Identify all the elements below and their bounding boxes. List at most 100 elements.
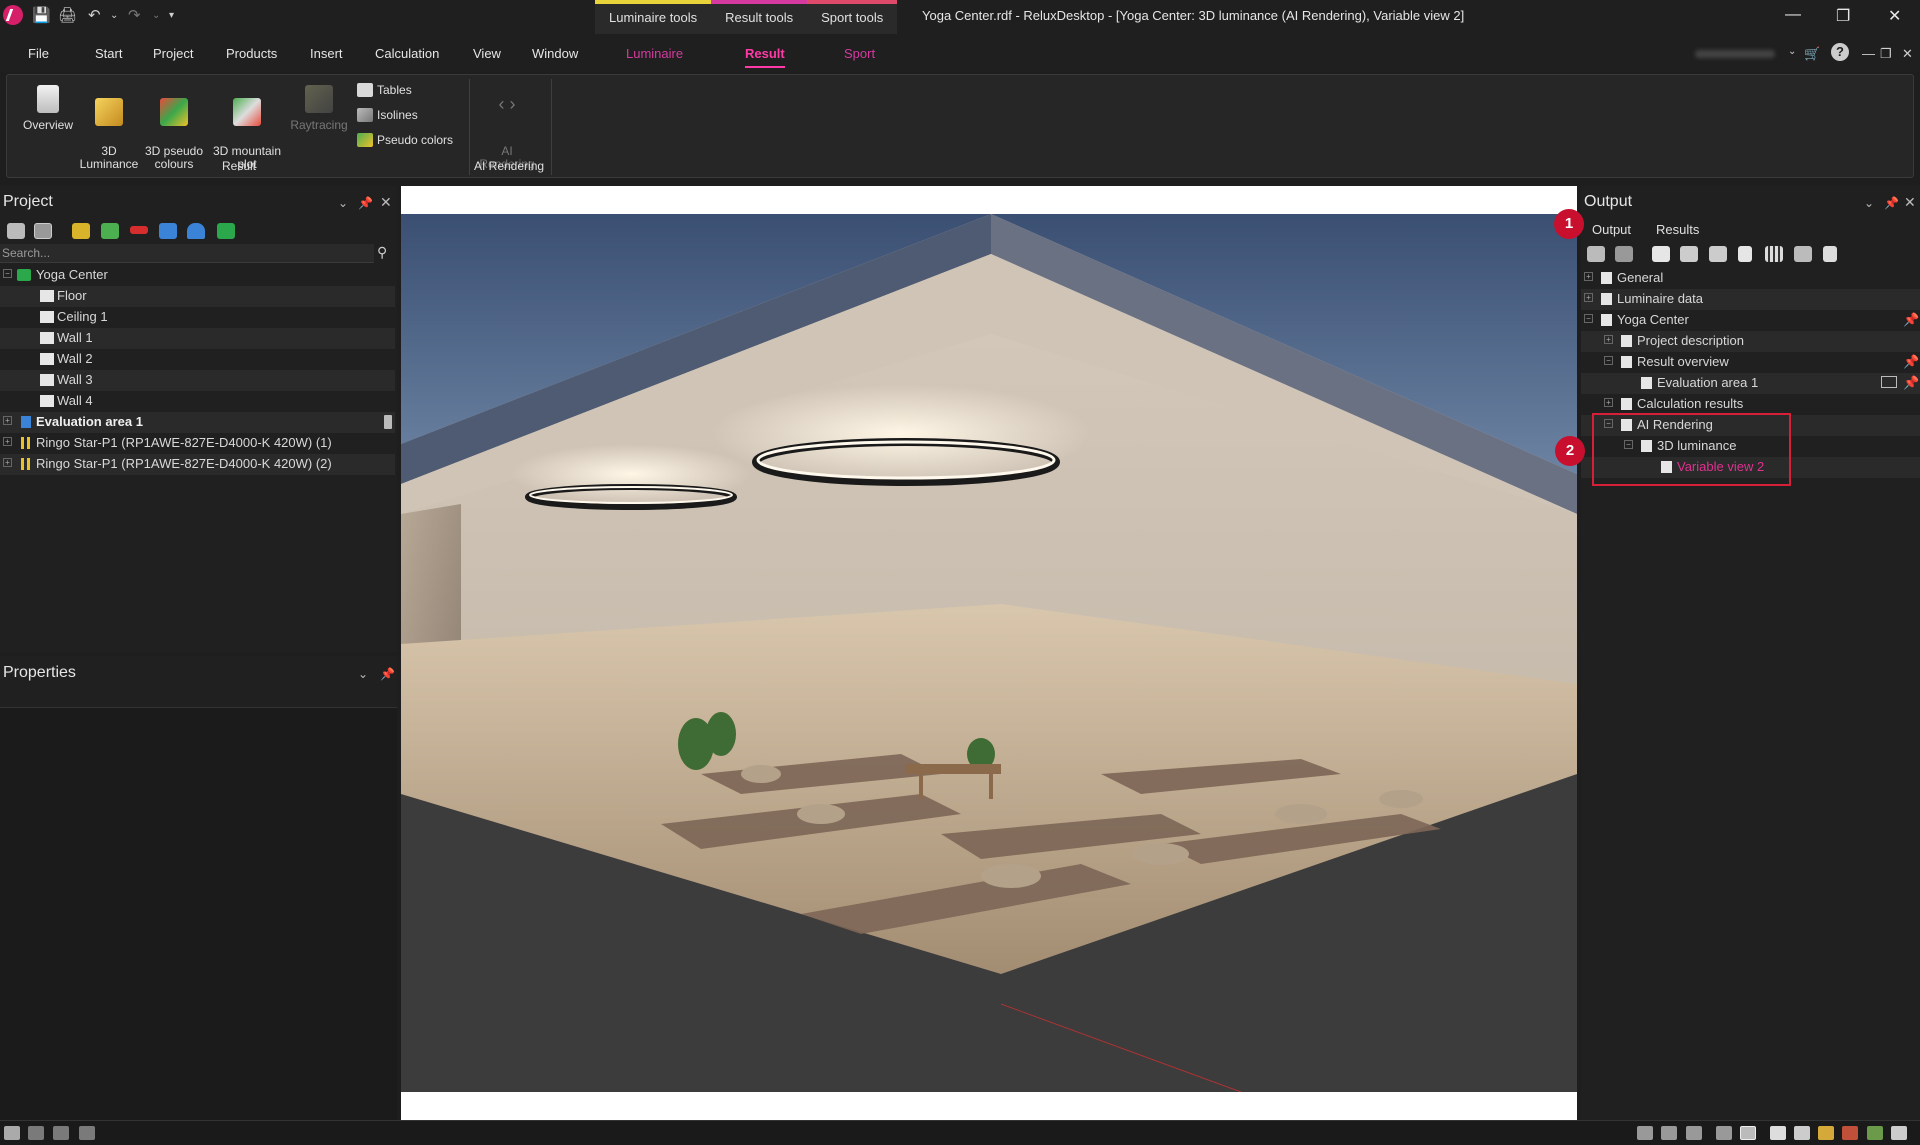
expand-icon[interactable]: + bbox=[1604, 398, 1613, 407]
raytracing-button[interactable]: Raytracing bbox=[287, 85, 351, 132]
print-icon[interactable]: 🖨 bbox=[58, 6, 77, 24]
floor-plan-icon[interactable] bbox=[1652, 246, 1670, 262]
object-icon[interactable] bbox=[159, 223, 177, 239]
layers-alt-icon[interactable] bbox=[1615, 246, 1633, 262]
project-search-input[interactable]: Search... bbox=[0, 244, 374, 263]
pin-icon[interactable]: 📌 bbox=[1903, 375, 1919, 391]
redo-icon[interactable]: ↷ bbox=[128, 6, 141, 24]
cart-icon[interactable]: 🛒 bbox=[1804, 46, 1820, 62]
panel-menu-chevron-icon[interactable]: ⌄ bbox=[338, 196, 348, 210]
floor-plan-icon[interactable] bbox=[1770, 1126, 1786, 1140]
restore-icon[interactable]: ❐ bbox=[1836, 6, 1850, 26]
ai-rendering-viewport[interactable] bbox=[401, 186, 1577, 1120]
search-icon[interactable]: ⚲ bbox=[377, 244, 387, 261]
menu-project[interactable]: Project bbox=[153, 46, 193, 61]
collapse-icon[interactable]: − bbox=[1604, 356, 1613, 365]
mountain-plot-icon[interactable] bbox=[1867, 1126, 1883, 1140]
mdi-minimize-icon[interactable]: — bbox=[1862, 46, 1875, 61]
collapse-icon[interactable]: − bbox=[1584, 314, 1593, 323]
3d-view-icon[interactable] bbox=[1794, 1126, 1810, 1140]
panel-menu-chevron-icon[interactable]: ⌄ bbox=[358, 667, 368, 681]
layers-alt-icon[interactable] bbox=[34, 223, 52, 239]
status-a-icon[interactable] bbox=[4, 1126, 20, 1140]
lock-icon[interactable] bbox=[384, 415, 392, 429]
tree-item-floor[interactable]: Floor bbox=[0, 286, 395, 307]
zoom-out-icon[interactable] bbox=[1661, 1126, 1677, 1140]
tree-item-luminaire-2[interactable]: + Ringo Star-P1 (RP1AWE-827E-D4000-K 420… bbox=[0, 454, 395, 475]
account-dropdown-icon[interactable]: ⌄ bbox=[1788, 46, 1796, 57]
mdi-close-icon[interactable]: ✕ bbox=[1902, 46, 1913, 62]
output-tree-general[interactable]: + General bbox=[1581, 268, 1920, 289]
expand-icon[interactable]: + bbox=[3, 437, 12, 446]
tree-item-yoga-center[interactable]: − Yoga Center bbox=[0, 265, 395, 286]
mdi-restore-icon[interactable]: ❐ bbox=[1880, 46, 1892, 62]
rendered-scene-image[interactable] bbox=[401, 214, 1577, 1092]
output-tree-calculation-results[interactable]: + Calculation results bbox=[1581, 394, 1920, 415]
pin-icon[interactable]: 📌 bbox=[358, 196, 373, 210]
close-panel-icon[interactable]: ✕ bbox=[1904, 194, 1916, 211]
output-tree-luminaire-data[interactable]: + Luminaire data bbox=[1581, 289, 1920, 310]
help-icon[interactable]: ? bbox=[1831, 43, 1849, 61]
pin-icon[interactable]: 📌 bbox=[380, 667, 395, 681]
menu-window[interactable]: Window bbox=[532, 46, 578, 61]
redo-dropdown-icon[interactable]: ⌄ bbox=[152, 10, 160, 21]
expand-icon[interactable]: + bbox=[1604, 335, 1613, 344]
output-tree-result-overview[interactable]: − Result overview 📌 bbox=[1581, 352, 1920, 373]
table-icon[interactable] bbox=[1765, 246, 1783, 262]
stack-icon[interactable] bbox=[1794, 246, 1812, 262]
zoom-in-icon[interactable] bbox=[1686, 1126, 1702, 1140]
pin-icon[interactable]: 📌 bbox=[1903, 354, 1919, 370]
tree-item-wall-2[interactable]: Wall 2 bbox=[0, 349, 395, 370]
output-tree-evaluation-area-1[interactable]: Evaluation area 1 📌 bbox=[1581, 373, 1920, 394]
expand-icon[interactable]: + bbox=[3, 416, 12, 425]
pin-icon[interactable]: 📌 bbox=[1903, 312, 1919, 328]
menu-calculation[interactable]: Calculation bbox=[375, 46, 439, 61]
3d-view-icon[interactable] bbox=[1680, 246, 1698, 262]
menu-sport[interactable]: Sport bbox=[844, 46, 875, 61]
tab-results[interactable]: Results bbox=[1656, 222, 1699, 237]
pseudo-colors-button[interactable]: Pseudo colors bbox=[357, 133, 453, 147]
expand-icon[interactable]: + bbox=[1584, 293, 1593, 302]
layers-alt-icon[interactable] bbox=[1740, 1126, 1756, 1140]
tree-item-wall-3[interactable]: Wall 3 bbox=[0, 370, 395, 391]
tree-item-evaluation-area-1[interactable]: + Evaluation area 1 bbox=[0, 412, 395, 433]
tab-output[interactable]: Output bbox=[1592, 222, 1631, 237]
layers-icon[interactable] bbox=[1587, 246, 1605, 262]
overview-button[interactable]: Overview bbox=[15, 85, 81, 132]
menu-products[interactable]: Products bbox=[226, 46, 277, 61]
tables-button[interactable]: Tables bbox=[357, 83, 412, 97]
relux-logo-icon[interactable] bbox=[3, 5, 23, 25]
sensor-icon[interactable] bbox=[187, 223, 205, 239]
monitor-icon[interactable] bbox=[1881, 376, 1897, 388]
save-icon[interactable]: 💾 bbox=[32, 6, 51, 24]
image-icon[interactable] bbox=[79, 1126, 95, 1140]
pseudo-color-icon[interactable] bbox=[1842, 1126, 1858, 1140]
tree-item-luminaire-1[interactable]: + Ringo Star-P1 (RP1AWE-827E-D4000-K 420… bbox=[0, 433, 395, 454]
menu-insert[interactable]: Insert bbox=[310, 46, 343, 61]
menu-result[interactable]: Result bbox=[745, 46, 785, 68]
minimize-icon[interactable]: — bbox=[1785, 6, 1801, 24]
tree-item-wall-4[interactable]: Wall 4 bbox=[0, 391, 395, 412]
pin-icon[interactable]: 📌 bbox=[1884, 196, 1899, 210]
zoom-icon[interactable] bbox=[1637, 1126, 1653, 1140]
tree-item-ceiling-1[interactable]: Ceiling 1 bbox=[0, 307, 395, 328]
menu-luminaire[interactable]: Luminaire bbox=[626, 46, 683, 61]
panel-menu-chevron-icon[interactable]: ⌄ bbox=[1864, 196, 1874, 210]
expand-icon[interactable]: + bbox=[1584, 272, 1593, 281]
line-icon[interactable] bbox=[130, 226, 148, 234]
close-icon[interactable]: ✕ bbox=[1888, 6, 1901, 26]
menu-start[interactable]: Start bbox=[95, 46, 122, 61]
document-icon[interactable] bbox=[1891, 1126, 1907, 1140]
undo-dropdown-icon[interactable]: ⌄ bbox=[110, 10, 118, 21]
expand-icon[interactable]: + bbox=[3, 458, 12, 467]
context-tab-sport-tools[interactable]: Sport tools bbox=[807, 0, 898, 34]
close-panel-icon[interactable]: ✕ bbox=[380, 194, 392, 211]
menu-file[interactable]: File bbox=[28, 46, 49, 61]
export-icon[interactable] bbox=[1823, 246, 1837, 262]
luminaire-icon[interactable] bbox=[72, 223, 90, 239]
output-tree-yoga-center[interactable]: − Yoga Center 📌 bbox=[1581, 310, 1920, 331]
output-tree-project-description[interactable]: + Project description bbox=[1581, 331, 1920, 352]
user-account[interactable] bbox=[1695, 50, 1775, 58]
layers-icon[interactable] bbox=[7, 223, 25, 239]
collapse-icon[interactable]: − bbox=[3, 269, 12, 278]
